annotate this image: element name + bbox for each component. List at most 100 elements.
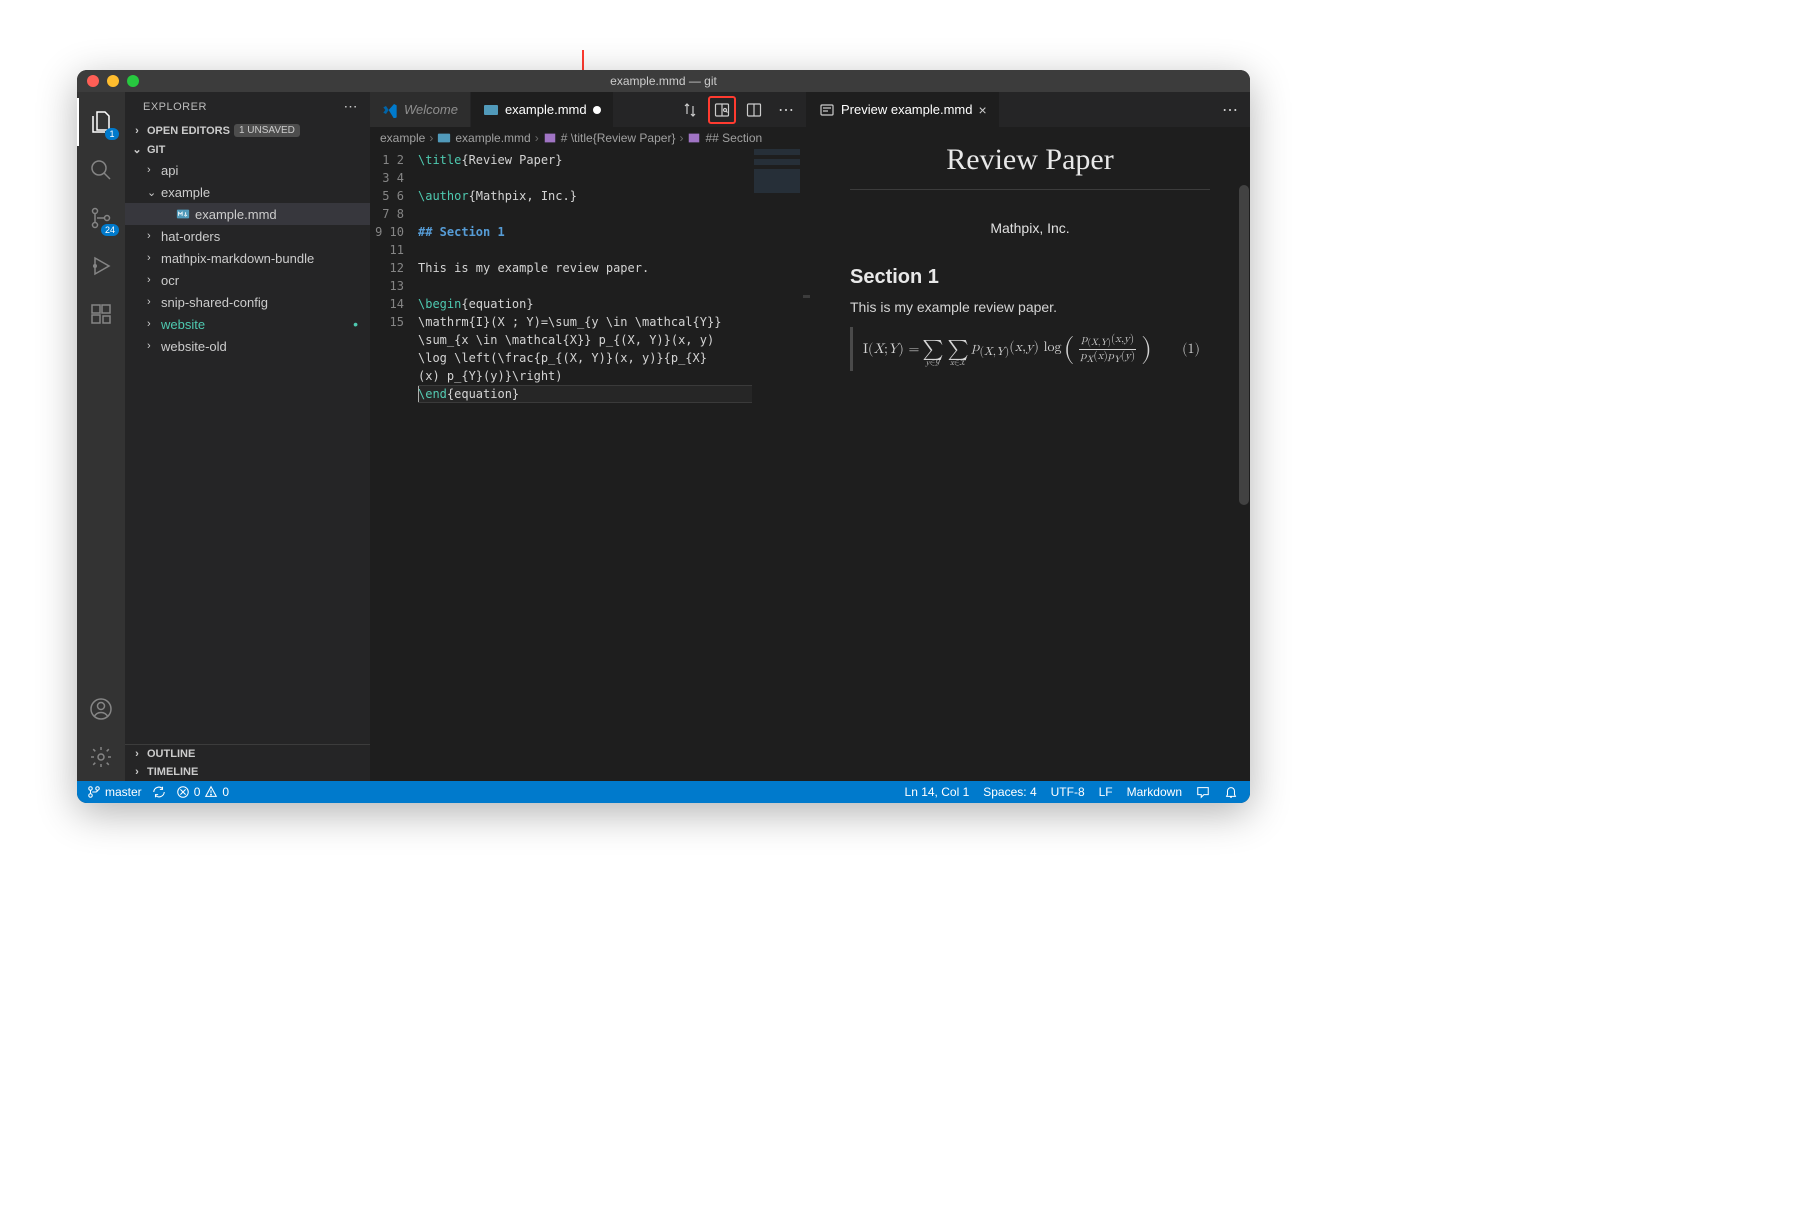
eol-status[interactable]: LF [1099, 785, 1113, 799]
chevron-right-icon: › [131, 748, 143, 760]
chevron-right-icon: › [147, 318, 161, 330]
ellipsis-icon: ⋯ [1222, 100, 1238, 120]
tree-folder-snip-shared-config[interactable]: ›snip-shared-config [125, 291, 370, 313]
breadcrumb: example › example.mmd › # \title{Review … [370, 127, 806, 149]
title-bar: example.mmd — git [77, 70, 1250, 92]
preview-author: Mathpix, Inc. [850, 220, 1210, 236]
minimap[interactable] [752, 149, 802, 439]
equation-number: (1) [1182, 341, 1200, 358]
app-window: example.mmd — git 1 24 [77, 70, 1250, 803]
tree-folder-example[interactable]: ⌄example [125, 181, 370, 203]
debug-icon [89, 254, 113, 278]
tree-folder-api[interactable]: ›api [125, 159, 370, 181]
unsaved-dot-icon [593, 106, 601, 114]
minimap-content [754, 149, 800, 203]
preview-body[interactable]: Review Paper Mathpix, Inc. Section 1 Thi… [810, 127, 1250, 781]
branch-icon [87, 785, 101, 799]
chevron-right-icon: › [679, 131, 683, 145]
maximize-window-button[interactable] [127, 75, 139, 87]
open-editors-section[interactable]: › OPEN EDITORS 1 UNSAVED [125, 121, 370, 140]
preview-paragraph: This is my example review paper. [850, 299, 1210, 315]
problems-status[interactable]: 0 0 [176, 785, 229, 799]
vscode-icon [382, 102, 398, 118]
compare-changes-button[interactable] [676, 96, 704, 124]
encoding-status[interactable]: UTF-8 [1051, 785, 1085, 799]
file-tree: ›api ⌄example example.mmd ›hat-orders ›m… [125, 159, 370, 744]
explorer-sidebar: EXPLORER ⋯ › OPEN EDITORS 1 UNSAVED ⌄ GI… [125, 92, 370, 781]
run-debug-activity-button[interactable] [77, 242, 125, 290]
activity-bar: 1 24 [77, 92, 125, 781]
markdown-file-icon [437, 131, 451, 145]
preview-more-actions-button[interactable]: ⋯ [1216, 96, 1244, 124]
git-modified-dot-icon: • [353, 316, 358, 332]
scrollbar-thumb[interactable] [1239, 185, 1249, 505]
markdown-file-icon [483, 102, 499, 118]
tree-file-example-mmd[interactable]: example.mmd [125, 203, 370, 225]
explorer-activity-button[interactable]: 1 [77, 98, 125, 146]
chevron-right-icon: › [535, 131, 539, 145]
timeline-label: TIMELINE [147, 766, 198, 778]
tree-folder-hat-orders[interactable]: ›hat-orders [125, 225, 370, 247]
breadcrumb-item-folder[interactable]: example [380, 131, 425, 145]
tree-folder-ocr[interactable]: ›ocr [125, 269, 370, 291]
close-window-button[interactable] [87, 75, 99, 87]
git-branch-status[interactable]: master [87, 785, 142, 799]
editor-caret [418, 386, 419, 402]
outline-label: OUTLINE [147, 748, 195, 760]
preview-equation: I(X;Y) = ∑y∈𝒴 ∑x∈𝒳 p(X,Y)(x,y) log ( p(X… [850, 327, 1210, 371]
current-line-highlight [418, 385, 752, 403]
split-editor-button[interactable] [740, 96, 768, 124]
tab-welcome[interactable]: Welcome [370, 92, 471, 127]
tab-example-mmd[interactable]: example.mmd [471, 92, 614, 127]
chevron-right-icon: › [131, 125, 143, 137]
tree-folder-mathpix-markdown-bundle[interactable]: ›mathpix-markdown-bundle [125, 247, 370, 269]
notifications-button[interactable] [1224, 785, 1238, 799]
bell-icon [1224, 785, 1238, 799]
source-control-activity-button[interactable]: 24 [77, 194, 125, 242]
breadcrumb-item-file[interactable]: example.mmd [437, 131, 530, 145]
preview-tab-row: Preview example.mmd × ⋯ [806, 92, 1250, 127]
account-icon [89, 697, 113, 721]
chevron-right-icon: › [147, 252, 161, 264]
ellipsis-icon: ⋯ [778, 100, 794, 120]
extensions-activity-button[interactable] [77, 290, 125, 338]
tab-preview-example-mmd[interactable]: Preview example.mmd × [807, 92, 1000, 127]
language-mode-status[interactable]: Markdown [1127, 785, 1182, 799]
tree-folder-website[interactable]: ›website• [125, 313, 370, 335]
tree-folder-website-old[interactable]: ›website-old [125, 335, 370, 357]
split-editor-icon [746, 102, 762, 118]
outline-section[interactable]: › OUTLINE [125, 745, 370, 763]
markdown-file-icon [175, 207, 191, 221]
minimize-window-button[interactable] [107, 75, 119, 87]
markdown-preview-pane: Review Paper Mathpix, Inc. Section 1 Thi… [810, 127, 1250, 781]
timeline-section[interactable]: › TIMELINE [125, 763, 370, 781]
search-activity-button[interactable] [77, 146, 125, 194]
preview-section-heading: Section 1 [850, 266, 1210, 289]
open-preview-side-button[interactable] [708, 96, 736, 124]
editor-area: Welcome example.mmd [370, 92, 1250, 781]
error-icon [176, 785, 190, 799]
close-tab-button[interactable]: × [979, 102, 987, 118]
cursor-position-status[interactable]: Ln 14, Col 1 [905, 785, 970, 799]
root-label: GIT [147, 144, 165, 156]
more-actions-button[interactable]: ⋯ [772, 96, 800, 124]
tab-label: Preview example.mmd [841, 102, 973, 117]
sync-button[interactable] [152, 785, 166, 799]
breadcrumb-item-section[interactable]: ## Section [687, 131, 762, 145]
workspace-root-section[interactable]: ⌄ GIT [125, 140, 370, 159]
code-editor[interactable]: 1 2 3 4 5 6 7 8 9 10 11 12 13 14 15 \tit… [370, 149, 802, 439]
feedback-button[interactable] [1196, 785, 1210, 799]
settings-activity-button[interactable] [77, 733, 125, 781]
equation-math: I(X;Y) = ∑y∈𝒴 ∑x∈𝒳 p(X,Y)(x,y) log ( p(X… [863, 331, 1152, 367]
editor-tab-row: Welcome example.mmd [370, 92, 806, 127]
feedback-icon [1196, 785, 1210, 799]
title-rule [850, 189, 1210, 190]
indentation-status[interactable]: Spaces: 4 [983, 785, 1036, 799]
status-bar: master 0 0 Ln 14, Col 1 Spaces: 4 UTF-8 … [77, 781, 1250, 803]
open-editors-label: OPEN EDITORS [147, 125, 230, 137]
breadcrumb-item-title[interactable]: # \title{Review Paper} [543, 131, 676, 145]
accounts-activity-button[interactable] [77, 685, 125, 733]
warning-icon [204, 785, 218, 799]
sidebar-more-button[interactable]: ⋯ [344, 98, 359, 115]
sidebar-title: EXPLORER [143, 101, 207, 113]
